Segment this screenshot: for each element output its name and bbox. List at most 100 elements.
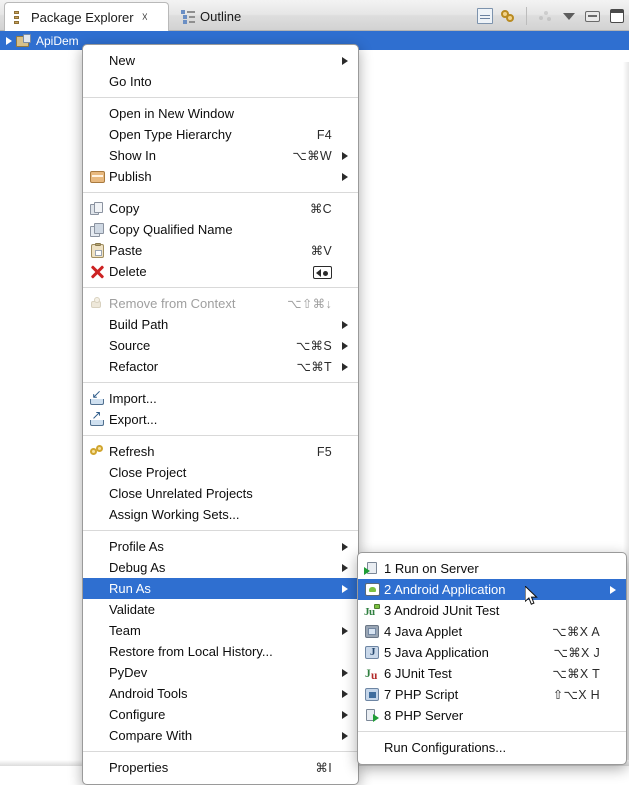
eclipse-workbench-window: Package Explorer ☓ Outline ApiDem New Go…: [0, 0, 629, 785]
menu-item-export[interactable]: Export...: [83, 409, 358, 430]
menu-item-label: Close Unrelated Projects: [109, 486, 253, 501]
menu-item-refactor[interactable]: Refactor ⌥⌘T: [83, 356, 358, 377]
java-applet-icon: [362, 623, 382, 641]
menu-item-import[interactable]: Import...: [83, 388, 358, 409]
submenu-arrow-placeholder: [342, 300, 348, 308]
menu-item-delete[interactable]: Delete: [83, 261, 358, 282]
menu-item-show-in[interactable]: Show In ⌥⌘W: [83, 145, 358, 166]
menu-item-compare-with[interactable]: Compare With: [83, 725, 358, 746]
run-as-item-run-configurations[interactable]: Run Configurations...: [358, 737, 626, 758]
submenu-arrow-placeholder: [342, 395, 348, 403]
junit-test-icon: [362, 665, 382, 683]
menu-item-icon-empty: [87, 559, 107, 577]
menu-item-paste[interactable]: Paste ⌘V: [83, 240, 358, 261]
menu-item-shortcut: ⌥⌘W: [292, 149, 332, 163]
submenu-arrow-placeholder: [342, 226, 348, 234]
php-script-icon: [362, 686, 382, 704]
menu-item-open-in-new-window[interactable]: Open in New Window: [83, 103, 358, 124]
menu-item-icon-empty: [87, 622, 107, 640]
submenu-arrow-placeholder: [342, 78, 348, 86]
menu-item-refresh[interactable]: Refresh F5: [83, 441, 358, 462]
menu-separator: [83, 287, 358, 288]
collapsed-arrow-icon[interactable]: [6, 36, 12, 45]
menu-item-copy[interactable]: Copy ⌘C: [83, 198, 358, 219]
menu-item-close-project[interactable]: Close Project: [83, 462, 358, 483]
context-menu: New Go Into Open in New Window Open Type Hi…: [82, 44, 359, 785]
menu-item-remove-from-context: Remove from Context ⌥⇧⌘↓: [83, 293, 358, 314]
menu-item-copy-qualified-name[interactable]: Copy Qualified Name: [83, 219, 358, 240]
tab-package-explorer[interactable]: Package Explorer ☓: [4, 2, 169, 31]
run-as-item-5-java-application[interactable]: 5 Java Application ⌥⌘X J: [358, 642, 626, 663]
menu-item-icon-empty: [87, 147, 107, 165]
copy-icon: [87, 200, 107, 218]
view-menu-dots-button[interactable]: [536, 8, 553, 25]
submenu-arrow-icon: [342, 668, 348, 677]
menu-item-run-as[interactable]: Run As: [83, 578, 358, 599]
tab-outline[interactable]: Outline: [172, 2, 287, 31]
run-as-item-6-junit-test[interactable]: 6 JUnit Test ⌥⌘X T: [358, 663, 626, 684]
link-with-editor-button[interactable]: [500, 8, 517, 25]
menu-item-icon-empty: [87, 664, 107, 682]
close-icon[interactable]: ☓: [142, 10, 148, 24]
menu-item-label: Paste: [109, 243, 143, 258]
menu-item-close-unrelated-projects[interactable]: Close Unrelated Projects: [83, 483, 358, 504]
publish-icon-glyph: [89, 170, 105, 183]
menu-item-icon-empty: [87, 685, 107, 703]
run-as-item-7-php-script[interactable]: 7 PHP Script ⇧⌥X H: [358, 684, 626, 705]
menu-item-icon-empty: [87, 759, 107, 777]
collapse-all-button[interactable]: [476, 8, 493, 25]
backspace-key-icon: [313, 265, 332, 279]
run-as-item-3-android-junit-test[interactable]: 3 Android JUnit Test: [358, 600, 626, 621]
android-application-icon: [362, 581, 382, 599]
menu-item-icon-empty: [87, 105, 107, 123]
remove-from-context-icon: [87, 295, 107, 313]
menu-item-icon-empty: [87, 706, 107, 724]
run-as-item-2-android-application[interactable]: 2 Android Application: [358, 579, 626, 600]
tab-label: Outline: [200, 9, 242, 24]
refresh-icon-glyph: [90, 445, 104, 458]
submenu-arrow-icon: [342, 172, 348, 181]
menu-item-validate[interactable]: Validate: [83, 599, 358, 620]
collapse-all-icon: [476, 8, 493, 24]
menu-item-label: New: [109, 53, 136, 68]
menu-item-team[interactable]: Team: [83, 620, 358, 641]
menu-item-properties[interactable]: Properties ⌘I: [83, 757, 358, 778]
run-as-item-4-java-applet[interactable]: 4 Java Applet ⌥⌘X A: [358, 621, 626, 642]
menu-item-shortcut: F4: [316, 127, 332, 142]
menu-item-source[interactable]: Source ⌥⌘S: [83, 335, 358, 356]
menu-item-open-type-hierarchy[interactable]: Open Type Hierarchy F4: [83, 124, 358, 145]
minimize-button[interactable]: [584, 8, 601, 25]
menu-item-shortcut: F5: [316, 444, 332, 459]
menu-item-shortcut: ⌥⌘T: [296, 360, 332, 374]
submenu-arrow-icon: [342, 341, 348, 350]
menu-item-publish[interactable]: Publish: [83, 166, 358, 187]
menu-item-label: Source: [109, 338, 151, 353]
maximize-button[interactable]: [608, 8, 625, 25]
paste-icon: [87, 242, 107, 260]
menu-item-go-into[interactable]: Go Into: [83, 71, 358, 92]
menu-item-assign-working-sets[interactable]: Assign Working Sets...: [83, 504, 358, 525]
outline-icon: [181, 10, 195, 24]
menu-item-label: Export...: [109, 412, 158, 427]
menu-item-debug-as[interactable]: Debug As: [83, 557, 358, 578]
menu-item-configure[interactable]: Configure: [83, 704, 358, 725]
import-icon-glyph: [89, 388, 105, 405]
menu-item-new[interactable]: New: [83, 50, 358, 71]
menu-item-shortcut: ⌘C: [309, 202, 332, 216]
run-as-item-8-php-server[interactable]: 8 PHP Server: [358, 705, 626, 726]
submenu-arrow-icon: [342, 584, 348, 593]
submenu-arrow-icon: [342, 731, 348, 740]
run-as-submenu: 1 Run on Server 2 Android Application 3 An…: [357, 552, 627, 765]
menu-item-android-tools[interactable]: Android Tools: [83, 683, 358, 704]
menu-item-profile-as[interactable]: Profile As: [83, 536, 358, 557]
menu-item-icon-empty: [87, 506, 107, 524]
view-menu-button[interactable]: [560, 8, 577, 25]
run-as-item-1-run-on-server[interactable]: 1 Run on Server: [358, 558, 626, 579]
submenu-arrow-placeholder: [342, 764, 348, 772]
menu-item-build-path[interactable]: Build Path: [83, 314, 358, 335]
remove-from-context-icon-glyph: [90, 297, 104, 310]
submenu-arrow-icon: [342, 689, 348, 698]
menu-item-restore-from-local-history[interactable]: Restore from Local History...: [83, 641, 358, 662]
copy-qualified-name-icon: [87, 221, 107, 239]
menu-item-pydev[interactable]: PyDev: [83, 662, 358, 683]
